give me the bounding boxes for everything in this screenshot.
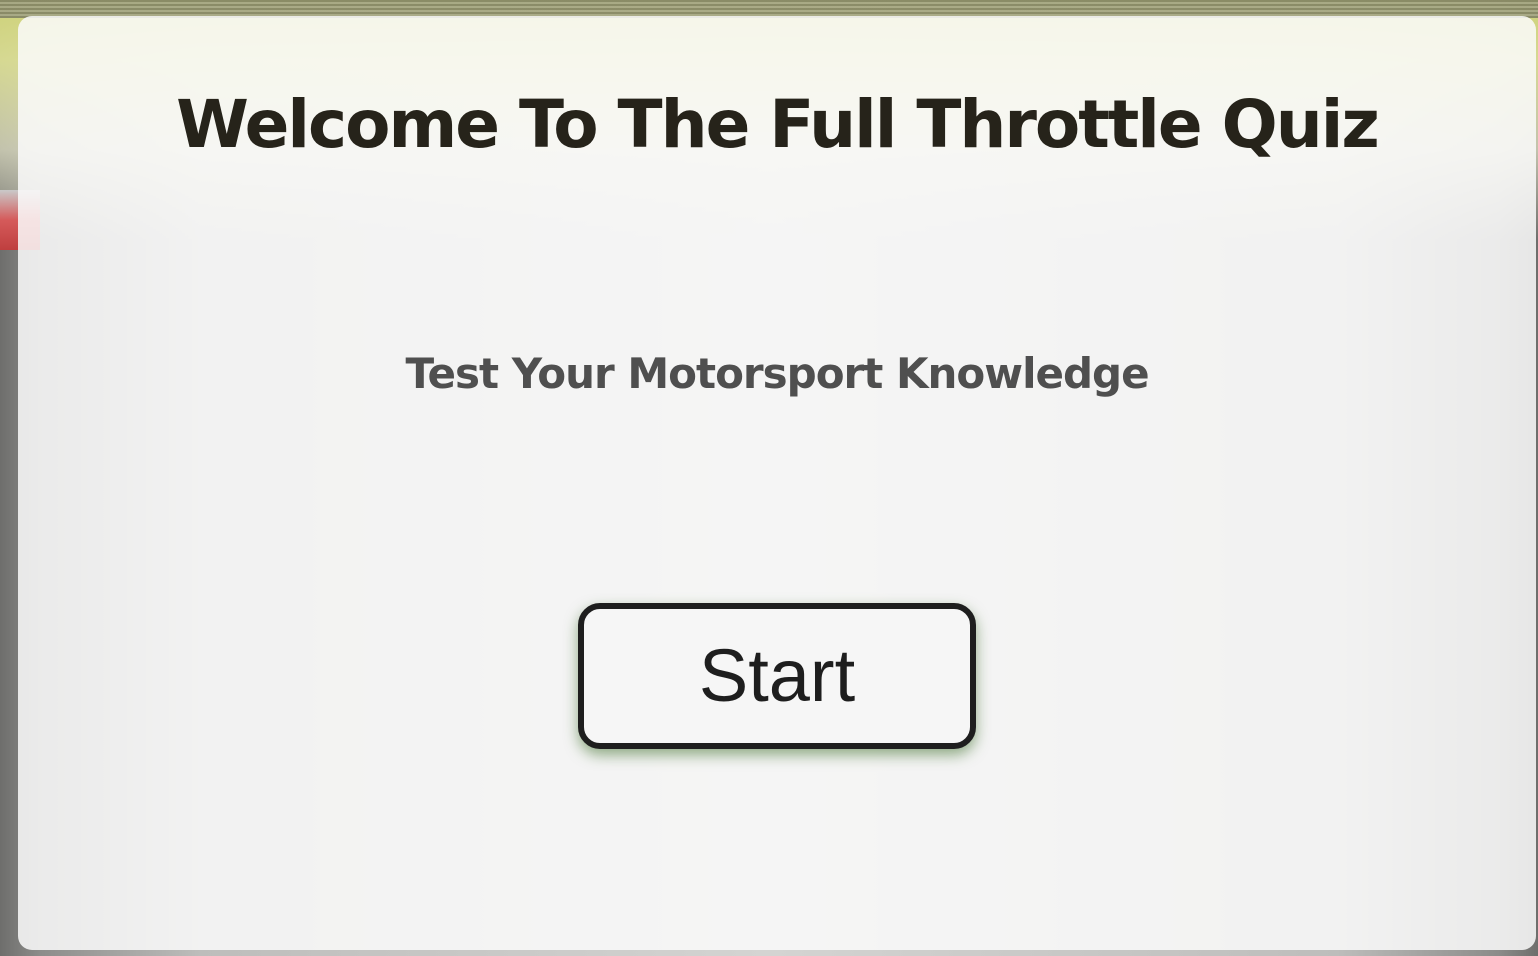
start-button[interactable]: Start: [578, 603, 976, 749]
page-title: Welcome To The Full Throttle Quiz: [176, 86, 1380, 163]
quiz-welcome-panel: Welcome To The Full Throttle Quiz Test Y…: [18, 16, 1536, 950]
page-subtitle: Test Your Motorsport Knowledge: [405, 349, 1149, 398]
